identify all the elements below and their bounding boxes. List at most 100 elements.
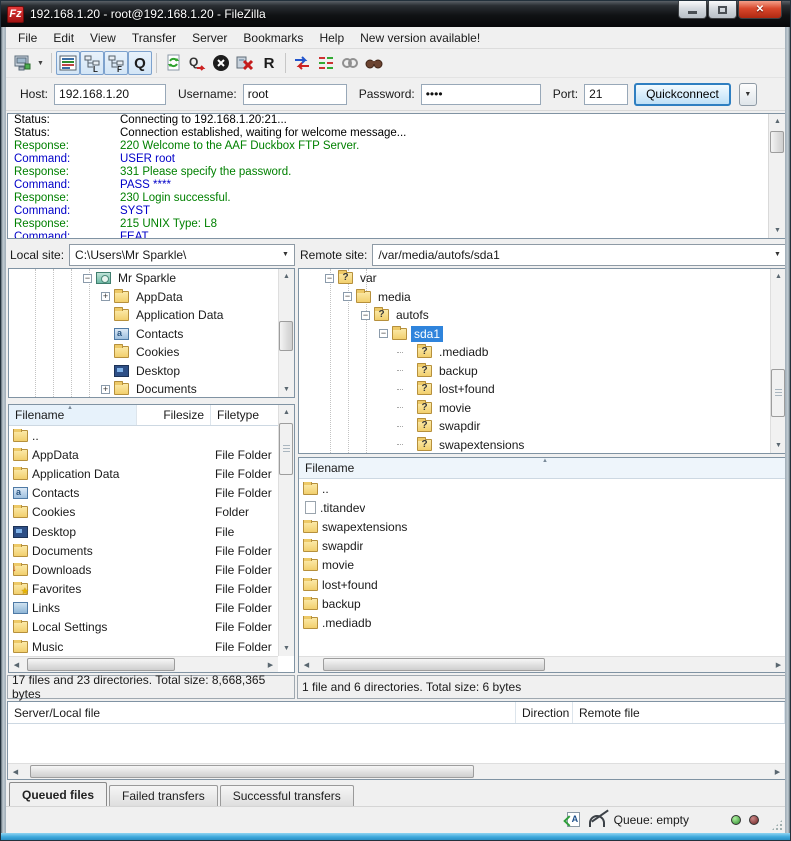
- local-list-scrollbar[interactable]: ▲ ▼: [278, 405, 294, 656]
- host-input[interactable]: [54, 84, 166, 105]
- file-row[interactable]: DocumentsFile Folder: [9, 541, 294, 560]
- cancel-button[interactable]: [209, 51, 233, 75]
- menu-bookmarks[interactable]: Bookmarks: [235, 28, 311, 48]
- local-site-combo[interactable]: C:\Users\Mr Sparkle\ ▼: [69, 244, 295, 266]
- scroll-down-icon[interactable]: ▼: [279, 641, 294, 656]
- queue-hscrollbar[interactable]: ◀ ▶: [8, 763, 785, 779]
- tree-item[interactable]: swapdir: [299, 417, 785, 436]
- log-scrollbar[interactable]: ▲ ▼: [768, 114, 785, 238]
- remote-list-hscrollbar-thumb[interactable]: [323, 658, 545, 671]
- tab-successful-transfers[interactable]: Successful transfers: [220, 785, 354, 806]
- file-row[interactable]: .titandev: [299, 498, 785, 517]
- file-row[interactable]: FavoritesFile Folder: [9, 580, 294, 599]
- file-row[interactable]: LinksFile Folder: [9, 599, 294, 618]
- reconnect-button[interactable]: R: [257, 51, 281, 75]
- window-border-bottom[interactable]: [1, 833, 790, 840]
- tree-item[interactable]: var: [299, 269, 785, 288]
- synchronized-browsing-button[interactable]: [338, 51, 362, 75]
- tree-item[interactable]: backup: [299, 362, 785, 381]
- quickconnect-button[interactable]: Quickconnect: [634, 83, 731, 106]
- speed-limits-icon[interactable]: [588, 812, 606, 828]
- site-manager-button[interactable]: [10, 51, 34, 75]
- file-row[interactable]: DownloadsFile Folder: [9, 560, 294, 579]
- directory-comparison-button[interactable]: [290, 51, 314, 75]
- column-header-filesize[interactable]: Filesize: [137, 405, 211, 425]
- menu-transfer[interactable]: Transfer: [124, 28, 184, 48]
- column-header-server-local-file[interactable]: Server/Local file: [8, 702, 516, 723]
- transfer-type-icon[interactable]: [562, 812, 580, 828]
- scroll-down-icon[interactable]: ▼: [770, 223, 785, 238]
- expand-icon[interactable]: [101, 292, 110, 301]
- window-border-right[interactable]: [785, 27, 790, 833]
- tree-item[interactable]: Documents: [9, 380, 294, 398]
- message-log[interactable]: Status:Connecting to 192.168.1.20:21... …: [7, 113, 785, 239]
- menu-new-version-notice[interactable]: New version available!: [352, 28, 488, 48]
- scroll-up-icon[interactable]: ▲: [279, 405, 294, 420]
- local-file-list[interactable]: Filename▲ Filesize Filetype .. AppDataFi…: [8, 404, 295, 673]
- expand-icon[interactable]: [101, 385, 110, 394]
- scroll-down-icon[interactable]: ▼: [771, 438, 785, 453]
- file-row[interactable]: movie: [299, 556, 785, 575]
- remote-site-combo[interactable]: /var/media/autofs/sda1 ▼: [372, 244, 785, 266]
- tree-item[interactable]: AppData: [9, 288, 294, 307]
- remote-directory-tree[interactable]: var media autofs sda1 .mediadb backup lo…: [298, 268, 785, 454]
- chevron-down-icon[interactable]: ▼: [769, 251, 785, 258]
- menu-file[interactable]: File: [10, 28, 45, 48]
- queue-hscrollbar-thumb[interactable]: [30, 765, 474, 778]
- scroll-up-icon[interactable]: ▲: [771, 269, 785, 284]
- close-button[interactable]: [738, 1, 782, 19]
- remote-tree-scrollbar[interactable]: ▲ ▼: [770, 269, 785, 453]
- tree-item[interactable]: Contacts: [9, 325, 294, 344]
- tree-item[interactable]: media: [299, 288, 785, 307]
- quickconnect-dropdown-arrow[interactable]: ▼: [739, 83, 757, 106]
- file-row[interactable]: Application DataFile Folder: [9, 464, 294, 483]
- file-row[interactable]: Local SettingsFile Folder: [9, 618, 294, 637]
- refresh-button[interactable]: [161, 51, 185, 75]
- file-row[interactable]: ContactsFile Folder: [9, 484, 294, 503]
- remote-file-list[interactable]: ▼ Filename▲ .. .titandev swapextensions …: [298, 457, 785, 673]
- remote-tree-scrollbar-thumb[interactable]: [771, 369, 785, 417]
- local-list-hscrollbar[interactable]: ◀ ▶: [9, 656, 278, 672]
- file-row[interactable]: AppDataFile Folder: [9, 445, 294, 464]
- maximize-button[interactable]: [708, 1, 737, 19]
- column-header-filename[interactable]: Filename▲: [9, 405, 137, 425]
- tree-item-selected[interactable]: sda1: [299, 325, 785, 344]
- remote-list-hscrollbar[interactable]: ◀ ▶: [299, 656, 785, 672]
- tree-item[interactable]: movie: [299, 399, 785, 418]
- collapse-icon[interactable]: [361, 311, 370, 320]
- menu-help[interactable]: Help: [311, 28, 352, 48]
- tab-queued-files[interactable]: Queued files: [9, 782, 107, 806]
- file-row[interactable]: lost+found: [299, 575, 785, 594]
- file-row[interactable]: backup: [299, 594, 785, 613]
- file-row[interactable]: ..: [299, 479, 785, 498]
- collapse-icon[interactable]: [379, 329, 388, 338]
- file-row[interactable]: swapdir: [299, 537, 785, 556]
- local-tree-scrollbar[interactable]: ▲ ▼: [278, 269, 294, 397]
- password-input[interactable]: [421, 84, 541, 105]
- transfer-queue[interactable]: Server/Local file Direction Remote file …: [7, 701, 785, 780]
- minimize-button[interactable]: [678, 1, 707, 19]
- username-input[interactable]: [243, 84, 347, 105]
- column-header-filename[interactable]: Filename▲: [299, 458, 785, 478]
- scroll-right-icon[interactable]: ▶: [771, 657, 785, 672]
- file-list-comparison-button[interactable]: [314, 51, 338, 75]
- scroll-up-icon[interactable]: ▲: [279, 269, 294, 284]
- menu-edit[interactable]: Edit: [45, 28, 82, 48]
- chevron-down-icon[interactable]: ▼: [277, 251, 294, 258]
- site-manager-dropdown-arrow[interactable]: ▼: [34, 51, 47, 75]
- collapse-icon[interactable]: [83, 274, 92, 283]
- scroll-left-icon[interactable]: ◀: [299, 657, 314, 672]
- tree-item[interactable]: Desktop: [9, 362, 294, 381]
- column-header-direction[interactable]: Direction: [516, 702, 573, 723]
- scroll-left-icon[interactable]: ◀: [9, 657, 24, 672]
- file-row[interactable]: MusicFile Folder: [9, 637, 294, 656]
- scroll-up-icon[interactable]: ▲: [770, 114, 785, 129]
- collapse-icon[interactable]: [343, 292, 352, 301]
- scroll-right-icon[interactable]: ▶: [770, 764, 785, 779]
- find-files-button[interactable]: [362, 51, 386, 75]
- port-input[interactable]: [584, 84, 628, 105]
- local-tree-scrollbar-thumb[interactable]: [279, 321, 293, 351]
- toggle-local-tree-button[interactable]: L: [80, 51, 104, 75]
- toggle-queue-button[interactable]: Q: [128, 51, 152, 75]
- tree-item[interactable]: Cookies: [9, 343, 294, 362]
